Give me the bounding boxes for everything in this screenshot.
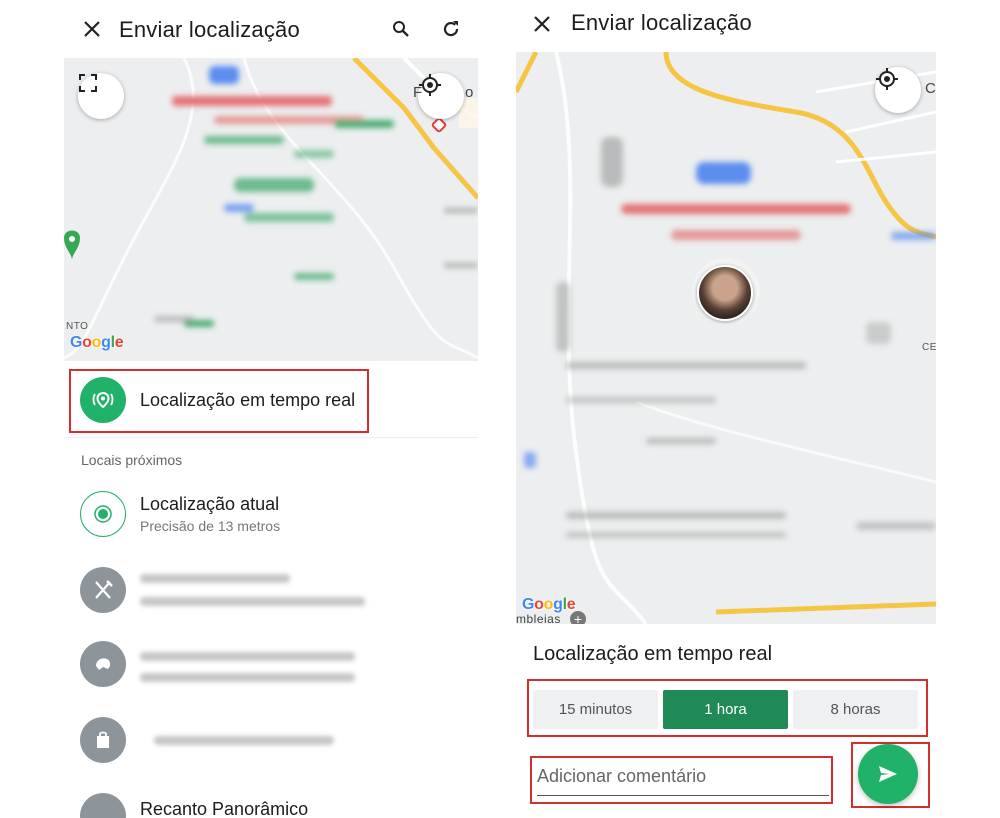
close-icon[interactable]: [522, 4, 562, 44]
live-location-header: Localização em tempo real: [533, 643, 773, 665]
send-button[interactable]: [858, 744, 918, 804]
app-bar: Enviar localização: [64, 0, 478, 58]
blurred-text: [140, 597, 365, 606]
right-screen: Enviar localização C CE Google mbleias +…: [516, 0, 936, 818]
close-icon[interactable]: [72, 9, 112, 49]
current-location-subtitle: Precisão de 13 metros: [140, 518, 281, 534]
my-location-icon[interactable]: [418, 73, 464, 119]
duration-15-minutes[interactable]: 15 minutos: [533, 690, 658, 729]
map-label-right-top: C: [925, 80, 936, 97]
current-location-title: Localização atual: [140, 494, 280, 514]
app-bar: Enviar localização: [516, 0, 936, 52]
current-location-text: Localização atual Precisão de 13 metros: [140, 494, 280, 534]
comment-underline: [537, 795, 829, 796]
restaurant-icon: [80, 567, 126, 613]
current-location-item[interactable]: Localização atual Precisão de 13 metros: [64, 488, 478, 540]
duration-8-hours[interactable]: 8 horas: [793, 690, 918, 729]
page-title: Enviar localização: [119, 17, 300, 42]
map-label-bottom: mbleias: [516, 612, 561, 624]
nearby-header: Locais próximos: [81, 452, 183, 468]
divider: [64, 437, 478, 438]
google-logo: Google: [70, 334, 124, 351]
blurred-text: [140, 673, 355, 682]
refresh-icon[interactable]: [432, 10, 470, 48]
plus-icon: +: [570, 611, 586, 624]
send-icon: [879, 766, 897, 782]
highlight-box: [69, 369, 369, 433]
map-label-right-mid: CE: [922, 342, 936, 353]
partial-item-title: Recanto Panorâmico: [140, 798, 309, 818]
blurred-text: [140, 652, 355, 661]
bakery-icon: [80, 641, 126, 687]
fullscreen-icon[interactable]: [78, 73, 124, 119]
my-location-icon[interactable]: [875, 67, 921, 113]
duration-1-hour[interactable]: 1 hora: [663, 690, 788, 729]
map-view[interactable]: C CE Google mbleias +: [516, 52, 936, 624]
list-item[interactable]: Recanto Panorâmico: [64, 792, 478, 818]
avatar: [697, 265, 753, 321]
map-label-left: NTO: [66, 321, 89, 332]
blurred-text: [154, 736, 334, 745]
map-label-top: F: [413, 84, 423, 101]
target-icon: [80, 491, 126, 537]
left-screen: Enviar localização F o NTO Google Locali…: [64, 0, 478, 818]
page-title: Enviar localização: [571, 10, 752, 35]
map-view[interactable]: F o NTO Google: [64, 58, 478, 361]
blurred-text: [140, 574, 290, 583]
comment-input[interactable]: Adicionar comentário: [537, 766, 829, 787]
place-icon: [80, 793, 126, 818]
search-icon[interactable]: [382, 10, 420, 48]
map-label-top2: o: [465, 84, 474, 101]
shopping-icon: [80, 717, 126, 763]
